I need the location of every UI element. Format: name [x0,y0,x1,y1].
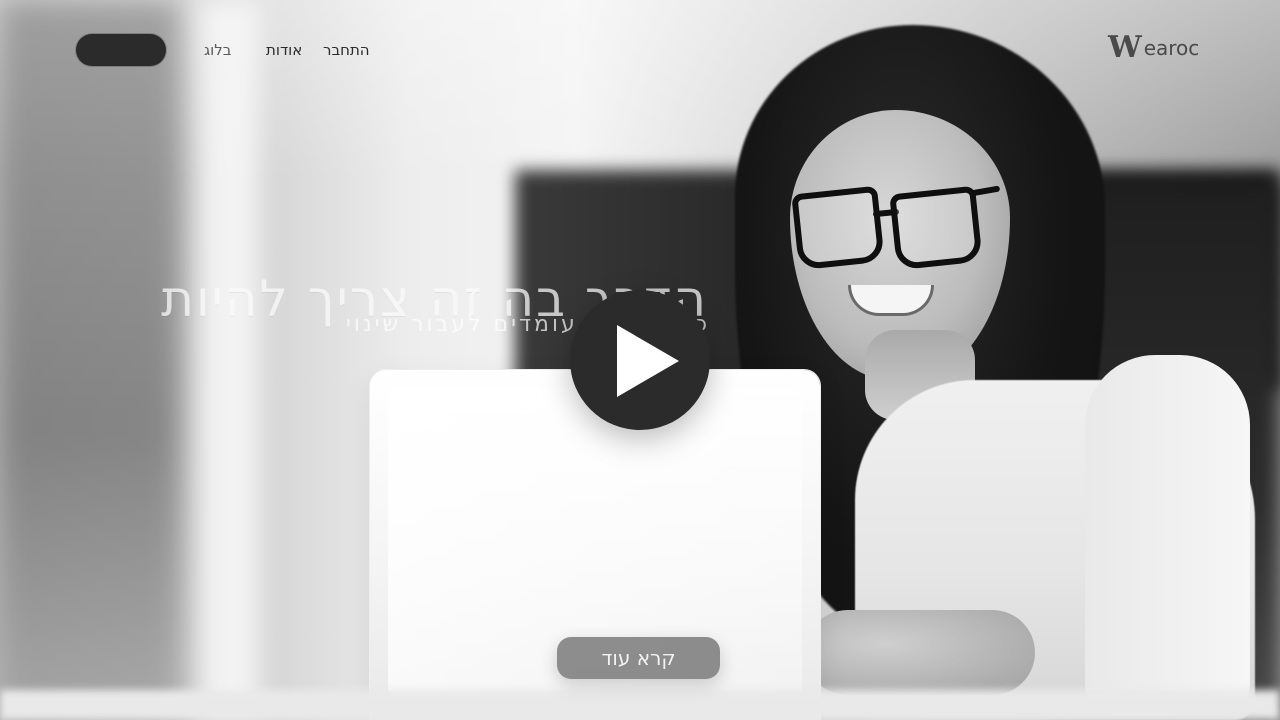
person-hands [805,610,1035,695]
brand-logo-text: earoc [1143,36,1200,60]
top-navigation: בלוג אודות התחבר W earoc [0,0,1280,100]
play-icon [617,325,679,397]
glasses-right-lens [889,185,983,271]
nav-link-login[interactable]: התחבר [323,40,370,60]
play-button[interactable] [570,290,710,430]
nav-link-about[interactable]: אודות [266,40,302,60]
brand-logo-mark: W [1108,30,1142,65]
read-more-button[interactable]: קרא עוד [557,637,720,679]
desk-surface [0,690,1280,720]
nav-link-blog[interactable]: בלוג [204,40,231,60]
nav-primary-pill-button[interactable] [76,34,166,66]
brand-logo[interactable]: W earoc [1108,30,1218,66]
glasses-left-lens [791,185,885,271]
blurred-window-pane [200,0,260,720]
glasses-icon [791,180,1001,271]
blurred-window-left [0,0,180,720]
person-shoulder [1085,355,1250,715]
